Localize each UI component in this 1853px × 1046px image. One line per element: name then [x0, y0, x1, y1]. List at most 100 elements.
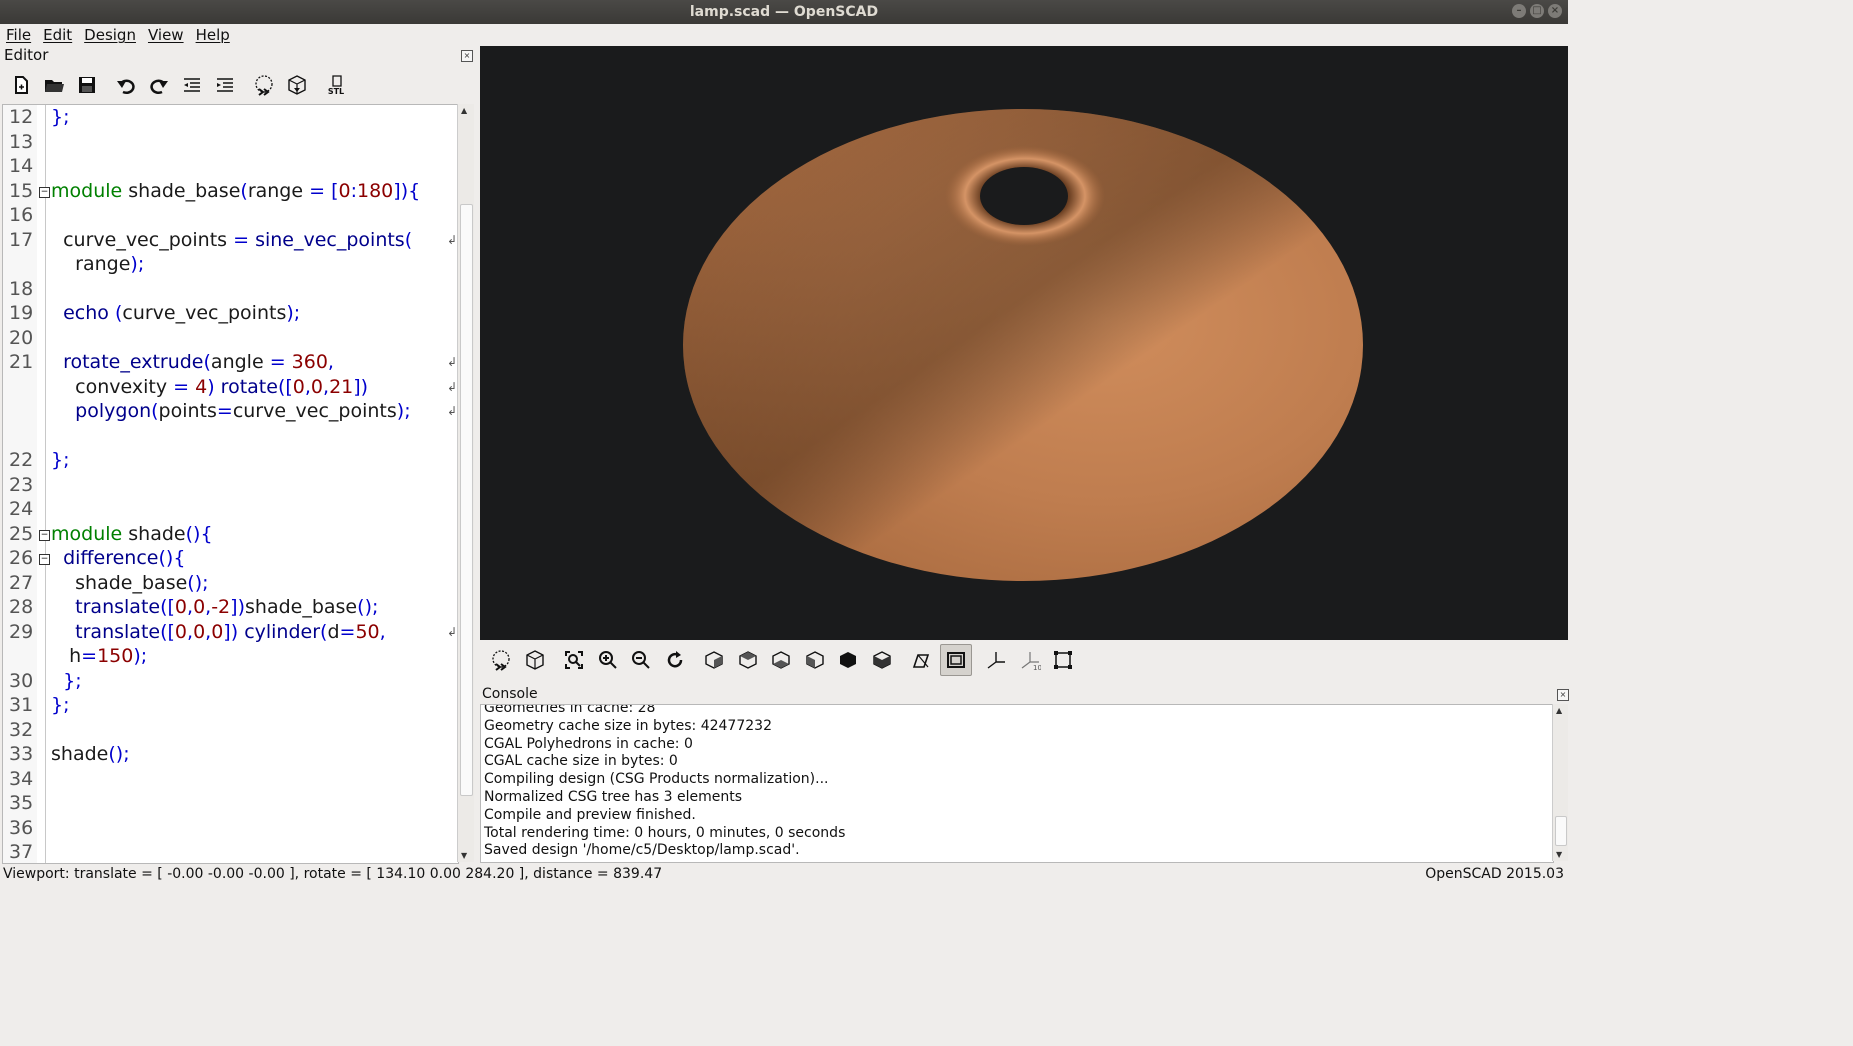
line-number: 37 — [9, 841, 34, 863]
version-label: OpenSCAD 2015.03 — [1425, 866, 1564, 882]
preview-icon[interactable] — [249, 71, 279, 99]
console-line: Geometries in cache: 28 — [484, 704, 656, 716]
line-number: 30 — [9, 669, 34, 692]
line-number: 25 — [9, 522, 34, 545]
code-text: module shade(){ — [51, 522, 213, 545]
console-scroll-up-icon[interactable]: ▲ — [1556, 706, 1562, 715]
menu-design[interactable]: Design — [78, 24, 142, 46]
code-text: shade(); — [51, 743, 130, 765]
console-scrollbar[interactable]: ▲ ▼ — [1552, 704, 1568, 861]
console-line: CGAL cache size in bytes: 0 — [484, 753, 678, 770]
view-bottom-icon[interactable] — [766, 645, 796, 675]
line-wrap-icon: ↲ — [447, 355, 458, 369]
editor-dock: Editor × STL 12}; 13 14 15− module shade_bas… — [0, 46, 478, 864]
menu-help[interactable]: Help — [190, 24, 236, 46]
code-text: shade_base(); — [51, 571, 209, 594]
show-axes-icon[interactable] — [981, 645, 1011, 675]
code-text: translate([0,0,0]) cylinder(d=50, — [75, 620, 386, 643]
code-text: }; — [51, 694, 70, 716]
render-icon[interactable] — [520, 645, 550, 675]
menu-file[interactable]: File — [0, 24, 37, 46]
editor-scrollbar[interactable]: ▲ ▼ — [457, 104, 474, 862]
code-text: curve_vec_points = sine_vec_points( — [51, 228, 413, 251]
3d-viewport[interactable] — [480, 46, 1568, 640]
preview-icon[interactable] — [486, 645, 516, 675]
fold-toggle-icon[interactable]: − — [39, 529, 50, 541]
console-scroll-down-icon[interactable]: ▼ — [1556, 850, 1562, 859]
fold-toggle-icon[interactable]: − — [39, 554, 50, 565]
unindent-icon[interactable] — [177, 71, 207, 99]
view-toolbar: 10 — [480, 642, 1082, 678]
line-number: 12 — [9, 106, 34, 128]
code-text: range); — [51, 253, 145, 275]
line-number: 35 — [9, 792, 34, 814]
view-front-icon[interactable] — [833, 645, 863, 675]
editor-close-icon[interactable]: × — [461, 50, 473, 62]
show-edges-icon[interactable] — [1048, 645, 1078, 675]
window-title: lamp.scad — OpenSCAD — [689, 4, 879, 20]
view-back-icon[interactable] — [867, 645, 897, 675]
editor-scroll-thumb[interactable] — [460, 204, 473, 796]
show-scale-markers-icon[interactable]: 10 — [1015, 645, 1045, 675]
line-number: 15 — [9, 179, 34, 202]
undo-icon[interactable] — [111, 71, 141, 99]
perspective-icon[interactable] — [906, 645, 936, 675]
line-number: 21 — [9, 351, 34, 373]
line-wrap-icon: ↲ — [447, 232, 458, 247]
maximize-icon[interactable]: □ — [1530, 4, 1544, 18]
console-line: Saved design '/home/c5/Desktop/lamp.scad… — [484, 842, 800, 859]
scroll-down-icon[interactable]: ▼ — [461, 851, 467, 860]
reset-view-icon[interactable] — [660, 645, 690, 675]
status-bar: Viewport: translate = [ -0.00 -0.00 -0.0… — [0, 864, 1568, 885]
redo-icon[interactable] — [144, 71, 174, 99]
line-number: 28 — [9, 596, 34, 618]
fold-margin — [45, 105, 46, 863]
view-right-icon[interactable] — [699, 645, 729, 675]
line-wrap-icon: ↲ — [447, 404, 458, 418]
console-line: Geometry cache size in bytes: 42477232 — [484, 717, 772, 734]
indent-icon[interactable] — [210, 71, 240, 99]
line-number: 13 — [9, 130, 34, 153]
line-number: 17 — [9, 228, 34, 251]
zoom-out-icon[interactable] — [626, 645, 656, 675]
line-number: 23 — [9, 473, 34, 496]
svg-text:10: 10 — [1033, 664, 1041, 671]
code-text: echo (curve_vec_points); — [63, 302, 301, 324]
line-number: 33 — [9, 743, 34, 765]
save-icon[interactable] — [72, 71, 102, 99]
console-scroll-thumb[interactable] — [1555, 816, 1567, 846]
line-number: 20 — [9, 326, 34, 349]
zoom-in-icon[interactable] — [593, 645, 623, 675]
menu-view[interactable]: View — [142, 24, 190, 46]
editor-toolbar: STL — [6, 70, 354, 100]
line-number: 29 — [9, 620, 34, 643]
line-number: 24 — [9, 498, 34, 520]
code-editor[interactable]: 12}; 13 14 15− module shade_base(range = [0:… — [2, 104, 459, 864]
export-stl-icon[interactable]: STL — [321, 71, 351, 99]
view-top-icon[interactable] — [733, 645, 763, 675]
new-file-icon[interactable] — [6, 71, 36, 99]
open-file-icon[interactable] — [39, 71, 69, 99]
view-all-icon[interactable] — [559, 645, 589, 675]
close-icon[interactable]: × — [1548, 4, 1562, 18]
line-number: 34 — [9, 767, 34, 790]
fold-toggle-icon[interactable]: − — [39, 186, 50, 198]
code-text: }; — [63, 669, 82, 692]
scroll-up-icon[interactable]: ▲ — [461, 106, 467, 115]
console-close-icon[interactable]: × — [1557, 689, 1569, 701]
line-number: 36 — [9, 816, 34, 839]
code-text: difference(){ — [63, 547, 186, 569]
render-icon[interactable] — [282, 71, 312, 99]
console-line: Normalized CSG tree has 3 elements — [484, 789, 742, 805]
orthogonal-icon[interactable] — [939, 644, 972, 676]
line-wrap-icon: ↲ — [447, 624, 458, 639]
window-titlebar: lamp.scad — OpenSCAD – □ × — [0, 0, 1568, 24]
stl-label: STL — [328, 87, 344, 96]
view-left-icon[interactable] — [800, 645, 830, 675]
line-number: 16 — [9, 204, 34, 226]
minimize-icon[interactable]: – — [1512, 4, 1526, 18]
code-text: convexity = 4) rotate([0,0,21]) — [51, 375, 369, 398]
line-number: 31 — [9, 694, 34, 716]
line-wrap-icon: ↲ — [447, 379, 458, 394]
menu-edit[interactable]: Edit — [37, 24, 78, 46]
